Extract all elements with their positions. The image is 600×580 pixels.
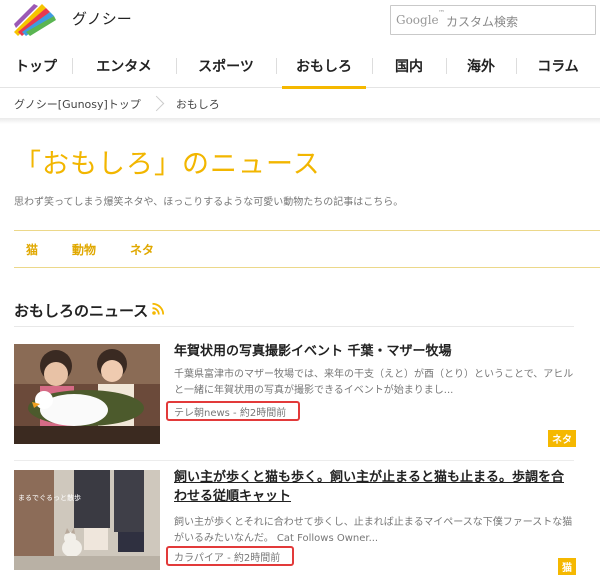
article-excerpt: 飼い主が歩くとそれに合わせて歩くし、止まれば止まるマイペースな下僕ファーストな猫…	[174, 517, 573, 544]
nav-item-column[interactable]: コラム	[516, 44, 600, 88]
nav-item-sports[interactable]: スポーツ	[176, 44, 276, 88]
search-input[interactable]	[391, 6, 595, 34]
kids-duck-photo	[14, 344, 160, 444]
divider	[14, 267, 600, 268]
article-item[interactable]: 年賀状用の写真撮影イベント 千葉・マザー牧場 千葉県富津市のマザー牧場では、来年…	[14, 340, 576, 452]
page-title: 「おもしろ」のニュース	[14, 149, 321, 180]
article-source: テレ朝news - 約2時間前	[166, 401, 300, 421]
breadcrumb-current: おもしろ	[175, 98, 220, 111]
search-box[interactable]: Google ™ カスタム検索	[390, 5, 596, 35]
article-thumbnail[interactable]: まるでぐるっと散歩	[14, 470, 160, 570]
article-item[interactable]: まるでぐるっと散歩 飼い主が歩くと猫も歩く。飼い主が止まると猫も止まる。歩調を合…	[14, 466, 576, 580]
thumb-caption: まるでぐるっと散歩	[18, 493, 81, 502]
category-nav: トップ エンタメ スポーツ おもしろ 国内 海外 コラム	[0, 44, 600, 89]
divider	[14, 460, 574, 461]
section-title: おもしろのニュース	[14, 302, 149, 320]
tag-animal[interactable]: 動物	[72, 241, 96, 258]
site-name[interactable]: グノシー	[72, 8, 132, 29]
article-title[interactable]: 年賀状用の写真撮影イベント 千葉・マザー牧場	[174, 342, 576, 361]
nav-item-kaigai[interactable]: 海外	[446, 44, 516, 88]
nav-item-entame[interactable]: エンタメ	[72, 44, 176, 88]
tag-neta[interactable]: ネタ	[130, 241, 154, 258]
tag-list: 猫 動物 ネタ	[14, 241, 176, 258]
breadcrumb-home-link[interactable]: グノシー[Gunosy]トップ	[0, 96, 141, 112]
article-excerpt: 千葉県富津市のマザー牧場では、来年の干支（えと）が酉（とり）ということで、アヒル…	[174, 369, 574, 396]
cat-walking-photo: まるでぐるっと散歩	[14, 470, 160, 570]
rss-icon[interactable]	[151, 302, 165, 316]
article-thumbnail[interactable]	[14, 344, 160, 444]
breadcrumb: グノシー[Gunosy]トップ おもしろ	[0, 90, 600, 118]
breadcrumb-separator-icon	[151, 90, 160, 118]
nav-item-kokunai[interactable]: 国内	[372, 44, 446, 88]
article-source: カラパイア - 約2時間前	[166, 546, 294, 566]
article-badge[interactable]: 猫	[558, 558, 576, 575]
tag-cat[interactable]: 猫	[26, 241, 38, 258]
divider	[14, 326, 574, 327]
breadcrumb-shadow	[0, 118, 600, 124]
page-description: 思わず笑ってしまう爆笑ネタや、ほっこりするような可愛い動物たちの記事はこちら。	[14, 197, 404, 208]
site-header: グノシー Google ™ カスタム検索	[0, 0, 600, 40]
article-title[interactable]: 飼い主が歩くと猫も歩く。飼い主が止まると猫も止まる。歩調を合わせる従順キャット	[174, 468, 576, 506]
nav-item-omoshiro[interactable]: おもしろ	[276, 44, 372, 89]
article-badge[interactable]: ネタ	[548, 430, 576, 447]
gunosy-logo-icon[interactable]	[12, 2, 58, 36]
nav-item-top[interactable]: トップ	[0, 44, 72, 88]
divider	[14, 230, 600, 231]
